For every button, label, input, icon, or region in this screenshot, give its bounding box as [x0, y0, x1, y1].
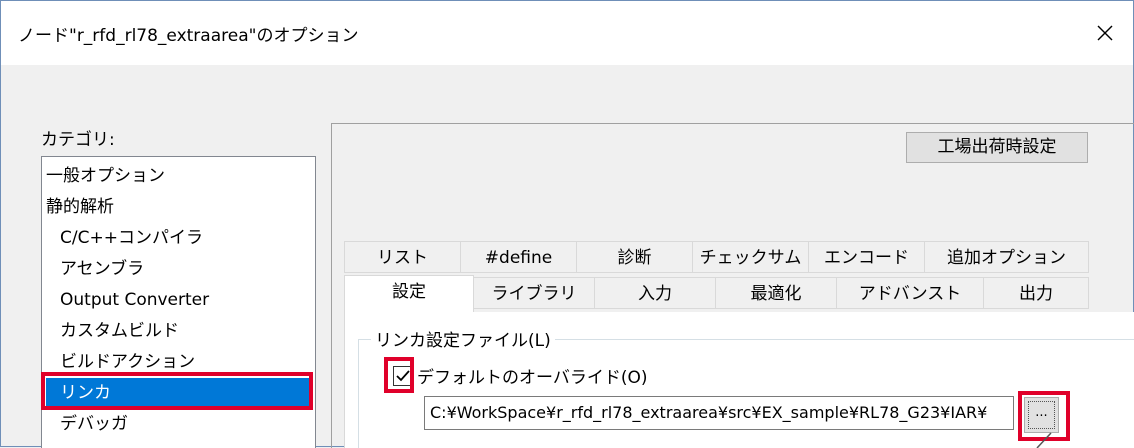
tab-extra-options[interactable]: 追加オプション: [924, 241, 1089, 273]
tab-define[interactable]: #define: [460, 241, 577, 273]
linker-config-group-label: リンカ設定ファイル(L): [371, 326, 555, 351]
category-item-output-converter[interactable]: Output Converter: [60, 285, 313, 316]
tab-checksum[interactable]: チェックサム: [692, 241, 809, 273]
tab-diagnostics[interactable]: 診断: [576, 241, 693, 273]
tab-output[interactable]: 出力: [983, 277, 1089, 309]
options-dialog: ノード"r_rfd_rl78_extraarea"のオプション カテゴリ: 一般…: [0, 0, 1134, 448]
category-item-static-analysis[interactable]: 静的解析: [46, 192, 313, 223]
category-item-assembler[interactable]: アセンブラ: [60, 254, 313, 285]
linker-highlight-frame: [41, 372, 313, 410]
tab-advanced[interactable]: アドバンスト: [836, 277, 984, 309]
group-border-left: [358, 339, 359, 448]
tab-encoding[interactable]: エンコード: [808, 241, 925, 273]
category-item-compiler[interactable]: C/C++コンパイラ: [60, 223, 313, 254]
tab-input[interactable]: 入力: [594, 277, 716, 309]
override-default-label[interactable]: デフォルトのオーバライド(O): [417, 363, 647, 388]
tab-library[interactable]: ライブラリ: [473, 277, 595, 309]
category-item-general[interactable]: 一般オプション: [46, 161, 313, 192]
dialog-title: ノード"r_rfd_rl78_extraarea"のオプション: [18, 26, 359, 46]
checkbox-highlight-frame: [384, 357, 414, 393]
tab-settings[interactable]: 設定: [344, 275, 474, 312]
callout-pointer: [1036, 432, 1052, 448]
category-label: カテゴリ:: [41, 130, 115, 150]
linker-config-path-input[interactable]: C:¥WorkSpace¥r_rfd_rl78_extraarea¥src¥EX…: [424, 396, 1014, 430]
category-item-debugger[interactable]: デバッガ: [60, 409, 313, 440]
tab-optimization[interactable]: 最適化: [715, 277, 837, 309]
close-icon: [1097, 25, 1113, 41]
close-button[interactable]: [1085, 13, 1125, 53]
category-item-custom-build[interactable]: カスタムビルド: [60, 316, 313, 347]
factory-settings-button[interactable]: 工場出荷時設定: [906, 132, 1088, 163]
tab-list[interactable]: リスト: [344, 241, 461, 273]
